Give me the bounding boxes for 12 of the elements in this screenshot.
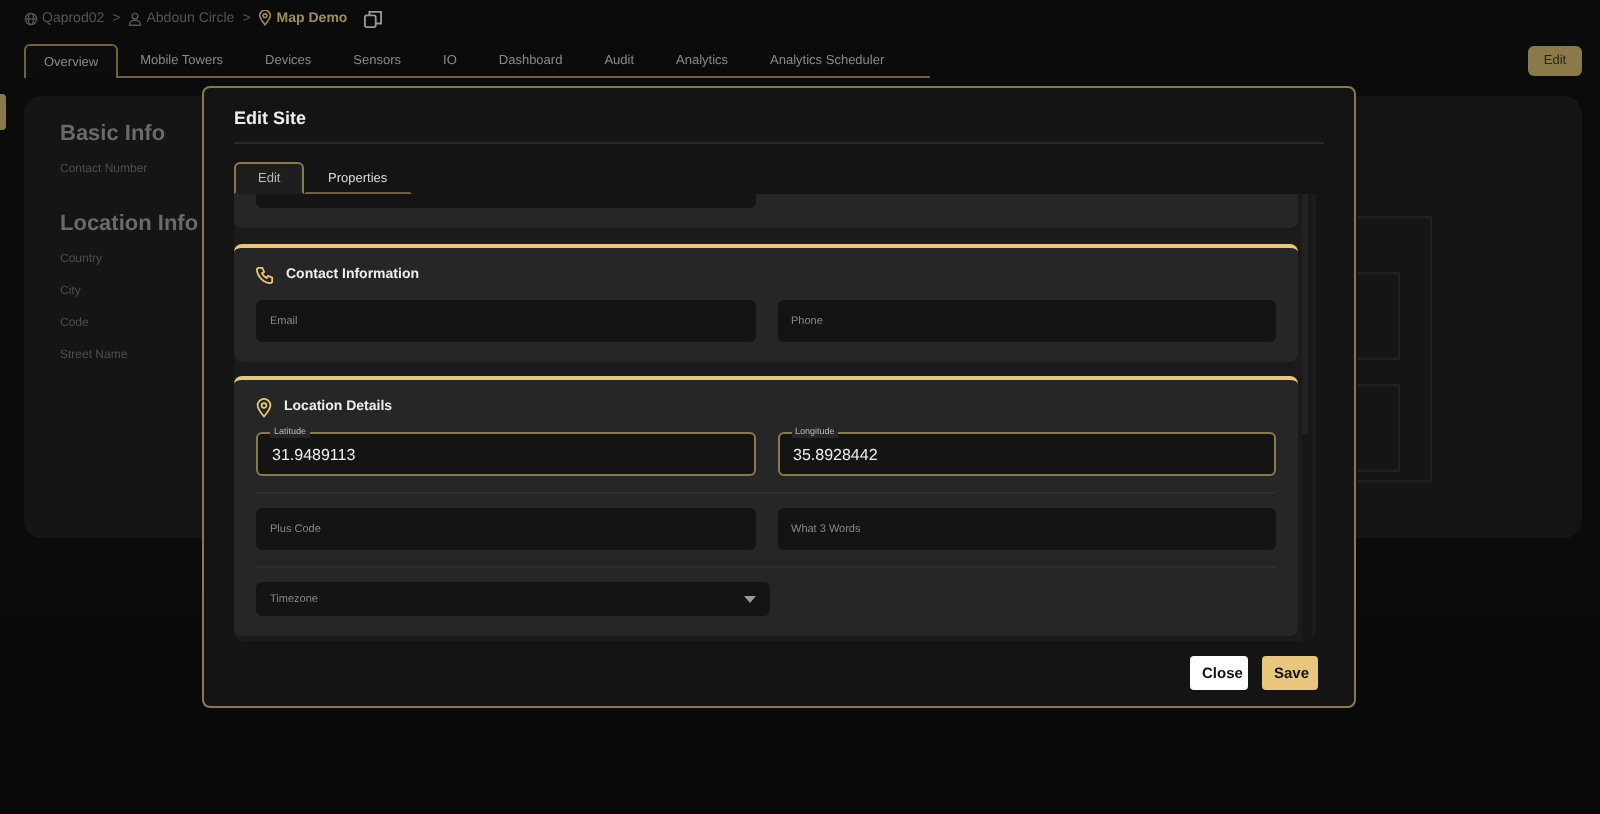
section-title: Basic Info (60, 122, 168, 150)
location-pin-icon (256, 397, 272, 417)
copy-icon[interactable] (363, 9, 382, 27)
sidebar-toggle[interactable] (0, 94, 6, 130)
location-pin-icon (258, 10, 273, 26)
person-icon (128, 11, 143, 25)
section-title: Location Info (60, 212, 199, 240)
caret-icon (743, 595, 755, 603)
globe-icon (24, 11, 38, 25)
dialog-title: Edit Site (234, 108, 309, 132)
input-field[interactable] (256, 194, 756, 208)
phone-icon (256, 266, 274, 284)
